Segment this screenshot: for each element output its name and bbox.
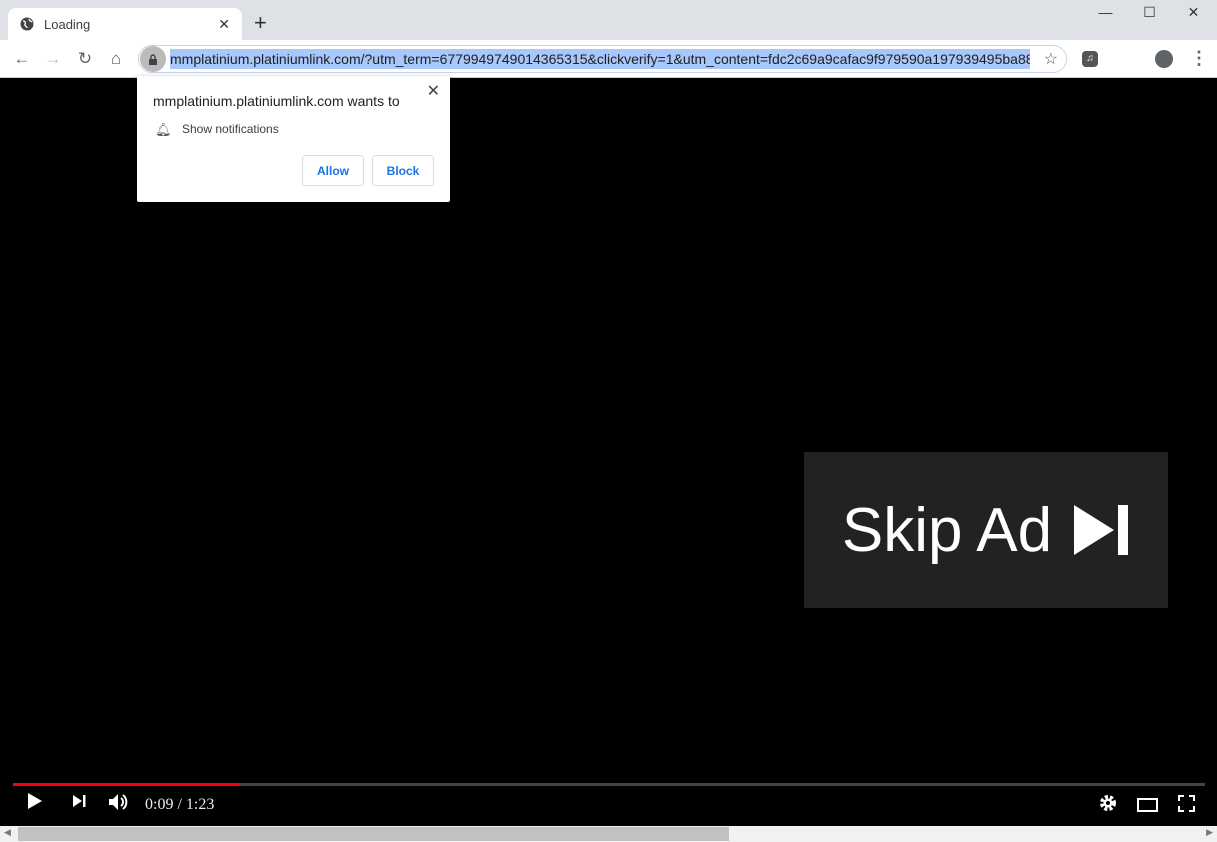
next-icon[interactable]	[71, 792, 87, 815]
tab-strip: Loading ✕ + — ☐ ✕	[0, 0, 1217, 40]
bell-icon: 🔔︎	[155, 122, 172, 137]
volume-icon[interactable]	[108, 792, 130, 817]
tab-title: Loading	[44, 16, 91, 32]
settings-gear-icon[interactable]	[1099, 794, 1117, 817]
theater-mode-icon[interactable]	[1137, 796, 1158, 817]
address-bar[interactable]: mmplatinium.platiniumlink.com/?utm_term=…	[138, 45, 1067, 73]
scroll-left-icon[interactable]: ◀	[4, 827, 11, 838]
url-text[interactable]: mmplatinium.platiniumlink.com/?utm_term=…	[170, 49, 1030, 69]
close-window-button[interactable]: ✕	[1171, 4, 1216, 21]
skip-ad-label: Skip Ad	[841, 495, 1053, 565]
tab-close-icon[interactable]: ✕	[218, 16, 230, 33]
scroll-right-icon[interactable]: ▶	[1206, 827, 1213, 838]
popup-heading: mmplatinium.platiniumlink.com wants to	[153, 93, 400, 109]
skip-next-icon	[1074, 505, 1130, 555]
popup-close-icon[interactable]: ✕	[427, 81, 440, 101]
lock-icon[interactable]	[140, 46, 166, 72]
fullscreen-icon[interactable]	[1178, 795, 1195, 817]
maximize-button[interactable]: ☐	[1127, 4, 1172, 21]
skip-ad-button[interactable]: Skip Ad	[804, 452, 1168, 608]
bookmark-star-icon[interactable]: ☆	[1044, 49, 1058, 69]
notification-permission-popup: mmplatinium.platiniumlink.com wants to ✕…	[137, 76, 450, 202]
video-time: 0:09 / 1:23	[145, 796, 215, 813]
minimize-button[interactable]: —	[1083, 4, 1128, 20]
progress-played	[13, 783, 240, 786]
allow-button[interactable]: Allow	[302, 155, 364, 186]
forward-icon[interactable]: →	[43, 49, 63, 69]
menu-kebab-icon[interactable]: ⋮	[1190, 48, 1208, 69]
profile-avatar-icon[interactable]	[1155, 50, 1173, 68]
new-tab-button[interactable]: +	[254, 12, 267, 34]
tab-loading[interactable]: Loading ✕	[8, 8, 242, 40]
home-icon[interactable]: ⌂	[106, 49, 126, 69]
permission-label: Show notifications	[182, 122, 279, 136]
reload-icon[interactable]: ↻	[75, 49, 95, 69]
play-icon[interactable]	[27, 792, 43, 815]
music-extension-icon[interactable]: ♫	[1082, 51, 1098, 67]
globe-icon	[20, 17, 34, 31]
video-progress-bar[interactable]	[13, 783, 1205, 786]
back-icon[interactable]: ←	[12, 49, 32, 69]
scrollbar-thumb[interactable]	[18, 827, 729, 841]
horizontal-scrollbar[interactable]: ◀ ▶	[0, 826, 1217, 842]
toolbar: ← → ↻ ⌂ mmplatinium.platiniumlink.com/?u…	[0, 40, 1217, 78]
block-button[interactable]: Block	[372, 155, 434, 186]
